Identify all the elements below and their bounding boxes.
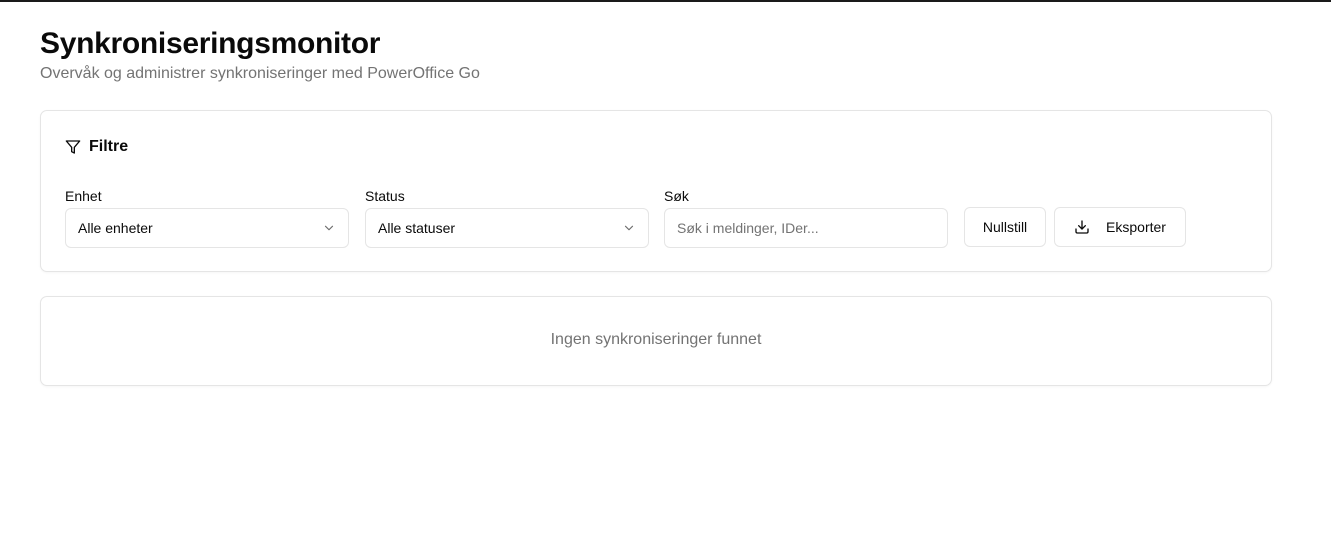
status-select[interactable]: Alle statuser (365, 208, 649, 248)
empty-state-message: Ingen synkroniseringer funnet (550, 331, 762, 348)
export-button[interactable]: Eksporter (1054, 207, 1186, 247)
reset-button-label: Nullstill (982, 219, 1028, 235)
search-filter-label: Søk (664, 188, 689, 204)
export-button-label: Eksporter (1106, 219, 1166, 235)
page-subtitle: Overvåk og administrer synkroniseringer … (40, 65, 480, 82)
unit-filter-label: Enhet (65, 188, 102, 204)
page-title: Synkroniseringsmonitor (40, 27, 381, 60)
unit-select[interactable]: Alle enheter (65, 208, 349, 248)
chevron-down-icon (622, 221, 636, 235)
chevron-down-icon (322, 221, 336, 235)
reset-button[interactable]: Nullstill (964, 207, 1046, 247)
status-filter-label: Status (365, 188, 405, 204)
unit-filter: Enhet Alle enheter (65, 188, 349, 248)
filters-card: Filtre Enhet Alle enheter Status Alle st… (40, 110, 1272, 272)
search-input-wrapper (664, 208, 948, 248)
results-card: Ingen synkroniseringer funnet (40, 296, 1272, 386)
download-icon (1074, 219, 1090, 235)
status-filter: Status Alle statuser (365, 188, 649, 248)
search-input[interactable] (677, 220, 935, 236)
filters-heading: Filtre (65, 138, 128, 156)
top-border-line (0, 0, 1331, 2)
filters-heading-label: Filtre (89, 138, 129, 155)
search-filter: Søk (664, 188, 948, 248)
sync-monitor-page: Synkroniseringsmonitor Overvåk og admini… (40, 26, 1272, 386)
filter-icon (65, 139, 81, 155)
status-select-value: Alle statuser (378, 220, 456, 236)
unit-select-value: Alle enheter (78, 220, 153, 236)
